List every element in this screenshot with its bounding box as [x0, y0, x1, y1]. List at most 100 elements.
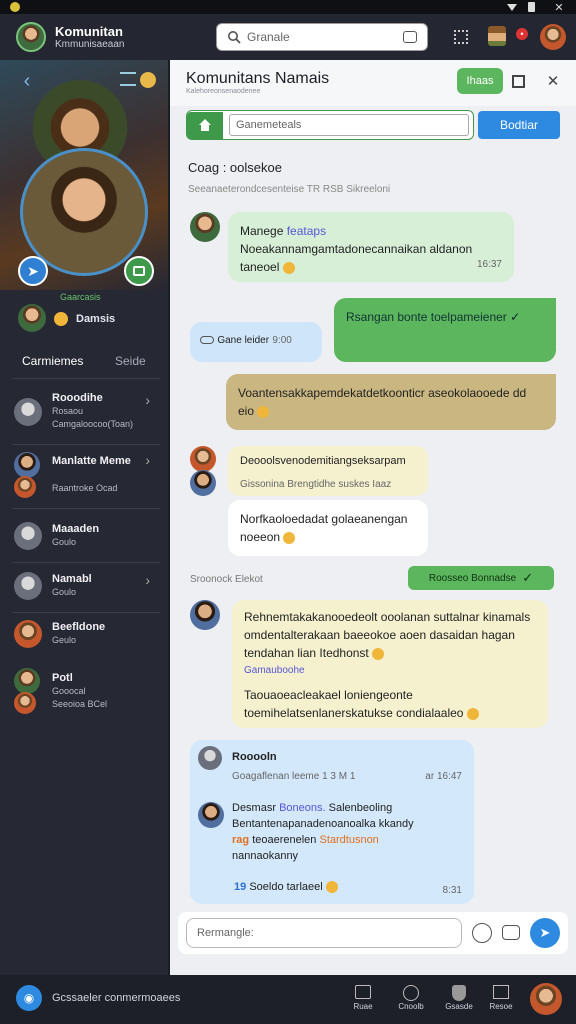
nav-item-1[interactable]: Cnoolb: [396, 985, 426, 1011]
search-button-label: Bodtiar: [499, 118, 539, 132]
message-input[interactable]: Rermangle:: [186, 918, 462, 948]
send-icon[interactable]: ➤: [530, 918, 560, 948]
bottom-bar: ◉ Gcssaeler conmermoaees Ruae Cnoolb Gsa…: [0, 975, 576, 1024]
tab-active[interactable]: Carmiemes: [22, 354, 83, 368]
message-text: Noeakannamgamtadonecannaikan aldanon tan…: [240, 242, 473, 274]
message-text: Gane leider: [217, 335, 270, 346]
join-button[interactable]: Ihaas: [457, 68, 503, 94]
bottom-profile-avatar[interactable]: [530, 983, 562, 1015]
close-icon[interactable]: ✕: [552, 0, 566, 14]
search-row: Ganemeteals Bodtiar: [186, 108, 560, 142]
nav-item-2[interactable]: Gsasde: [444, 985, 474, 1011]
sidebar-item-3[interactable]: Namabl Goulo ›: [14, 572, 164, 600]
camera-button-icon[interactable]: [124, 256, 154, 286]
chat-subtitle: Kalehoreonsenaodenee: [186, 88, 261, 95]
card-tag[interactable]: Stardtusnon: [319, 834, 378, 846]
sidebar: ‹ ➤ Gaarcasis Damsis Carmiemes Seide Roo…: [0, 60, 168, 975]
list-item-title: Potl: [52, 671, 73, 684]
emoji-icon: [282, 261, 295, 274]
list-avatar: [14, 668, 40, 694]
app-avatar[interactable]: [16, 22, 46, 52]
message-input-placeholder: Rermangle:: [197, 927, 254, 939]
card-avatar: [198, 746, 222, 770]
shuffle-icon[interactable]: ✕: [544, 72, 562, 90]
notification-badge[interactable]: •: [516, 28, 528, 40]
message-text: Taouaoeacleakael loniengeonte toemihelat…: [244, 688, 464, 720]
nav-label: Ruae: [353, 1002, 373, 1011]
sidebar-item-4[interactable]: Beefldone Geulo: [14, 620, 164, 648]
emoji-icon[interactable]: [140, 72, 156, 88]
card-tag[interactable]: teoaerenelen: [252, 834, 316, 846]
list-item-sub: Goulo: [52, 537, 77, 547]
tab-inactive[interactable]: Seide: [115, 354, 146, 368]
list-item-sub: Raantroke Ocad: [52, 483, 118, 493]
list-avatar: [14, 620, 42, 648]
divider: [12, 562, 160, 563]
emoji-icon: [466, 707, 479, 720]
sidebar-item-2[interactable]: Maaaden Goulo: [14, 522, 164, 550]
back-icon[interactable]: ‹: [16, 70, 38, 92]
sidebar-item-5[interactable]: Potl Gooocal Seeoioa BCel: [14, 668, 164, 714]
list-avatar: [14, 572, 42, 600]
top-bar: Komunitan Kmmunisaeaan Granale •: [0, 14, 576, 60]
card-sub: Goagaflenan leeme 1 3 M 1: [232, 771, 356, 782]
emoji-icon: [257, 405, 270, 418]
card-bold: rag: [232, 834, 250, 846]
message-text: Voantensakkapemdekatdetkoonticr aseokola…: [238, 386, 527, 418]
list-item-title: Beefldone: [52, 621, 106, 633]
chevron-right-icon: ›: [145, 572, 150, 588]
link-icon: [200, 335, 214, 344]
menu-icon[interactable]: [120, 72, 136, 86]
character-icon[interactable]: [488, 26, 506, 46]
list-item-title: Maaaden: [52, 523, 100, 535]
message-tag[interactable]: Gamauboohe: [244, 662, 536, 680]
message-avatar: [190, 212, 220, 242]
card-tag[interactable]: Boneons.: [279, 802, 325, 814]
window-icon[interactable]: [512, 75, 525, 88]
chevron-right-icon: ›: [145, 452, 150, 468]
user-avatar[interactable]: [18, 304, 46, 332]
sidebar-item-1[interactable]: Manlatte Meme Raantroke Ocad ›: [14, 452, 164, 498]
status-pill[interactable]: Roosseo Bonnadse ✓: [408, 566, 554, 590]
app-name: Komunitan: [55, 24, 123, 39]
user-name: Damsis: [76, 313, 116, 325]
camera-icon[interactable]: [502, 925, 520, 940]
top-search-input[interactable]: Granale: [247, 30, 290, 44]
nav-item-3[interactable]: Resoe: [486, 985, 516, 1011]
emoji-icon: [325, 881, 338, 894]
chat-header: Komunitans Namais Kalehoreonsenaodenee I…: [170, 60, 576, 106]
profile-avatar[interactable]: [540, 24, 566, 50]
top-search-box[interactable]: Granale: [216, 23, 428, 51]
section-title: Coag : oolsekoe: [188, 160, 282, 175]
globe-icon[interactable]: ◉: [16, 985, 42, 1011]
search-input[interactable]: Ganemeteals: [229, 114, 469, 136]
message-sub: Gissonina Brengtidhe suskes Iaaz: [240, 479, 392, 490]
status-text: Gaarcasis: [60, 292, 101, 302]
search-button[interactable]: Bodtiar: [478, 111, 560, 139]
message-author: Deooolsvenodemitiangseksarpam: [240, 455, 406, 467]
nav-item-0[interactable]: Ruae: [348, 985, 378, 1011]
message-bubble: Manege feataps Noeakannamgamtadonecannai…: [228, 212, 514, 282]
sidebar-item-0[interactable]: Rooodihe Rosaou Camgaloocoo(Toan) ›: [14, 392, 164, 431]
message-avatar: [190, 446, 216, 472]
emoji-icon: [372, 647, 385, 660]
card-text: nannaokanny: [232, 850, 299, 862]
grid-icon[interactable]: [454, 30, 468, 44]
list-avatar: [14, 397, 42, 426]
camera-icon[interactable]: [403, 31, 417, 43]
message-time: 9:00: [272, 335, 292, 346]
attach-icon[interactable]: [472, 923, 492, 943]
message-tag[interactable]: feataps: [287, 224, 326, 238]
home-icon: [187, 111, 223, 139]
message-avatar: [190, 600, 220, 630]
section-subtitle: Seeanaeterondcesenteise TR RSB Sikreelon…: [188, 184, 391, 195]
message-time: 16:37: [476, 259, 502, 270]
search-field[interactable]: Ganemeteals: [186, 110, 474, 140]
emoji-icon: [54, 312, 68, 326]
photo-icon: [493, 985, 509, 999]
app-subtitle: Kmmunisaeaan: [55, 39, 125, 50]
card-footer-text: Soeldo tarlaeel: [249, 881, 323, 893]
message-bubble: Gane leider 9:00: [190, 322, 322, 362]
location-icon[interactable]: ➤: [18, 256, 48, 286]
list-avatar: [14, 452, 40, 478]
